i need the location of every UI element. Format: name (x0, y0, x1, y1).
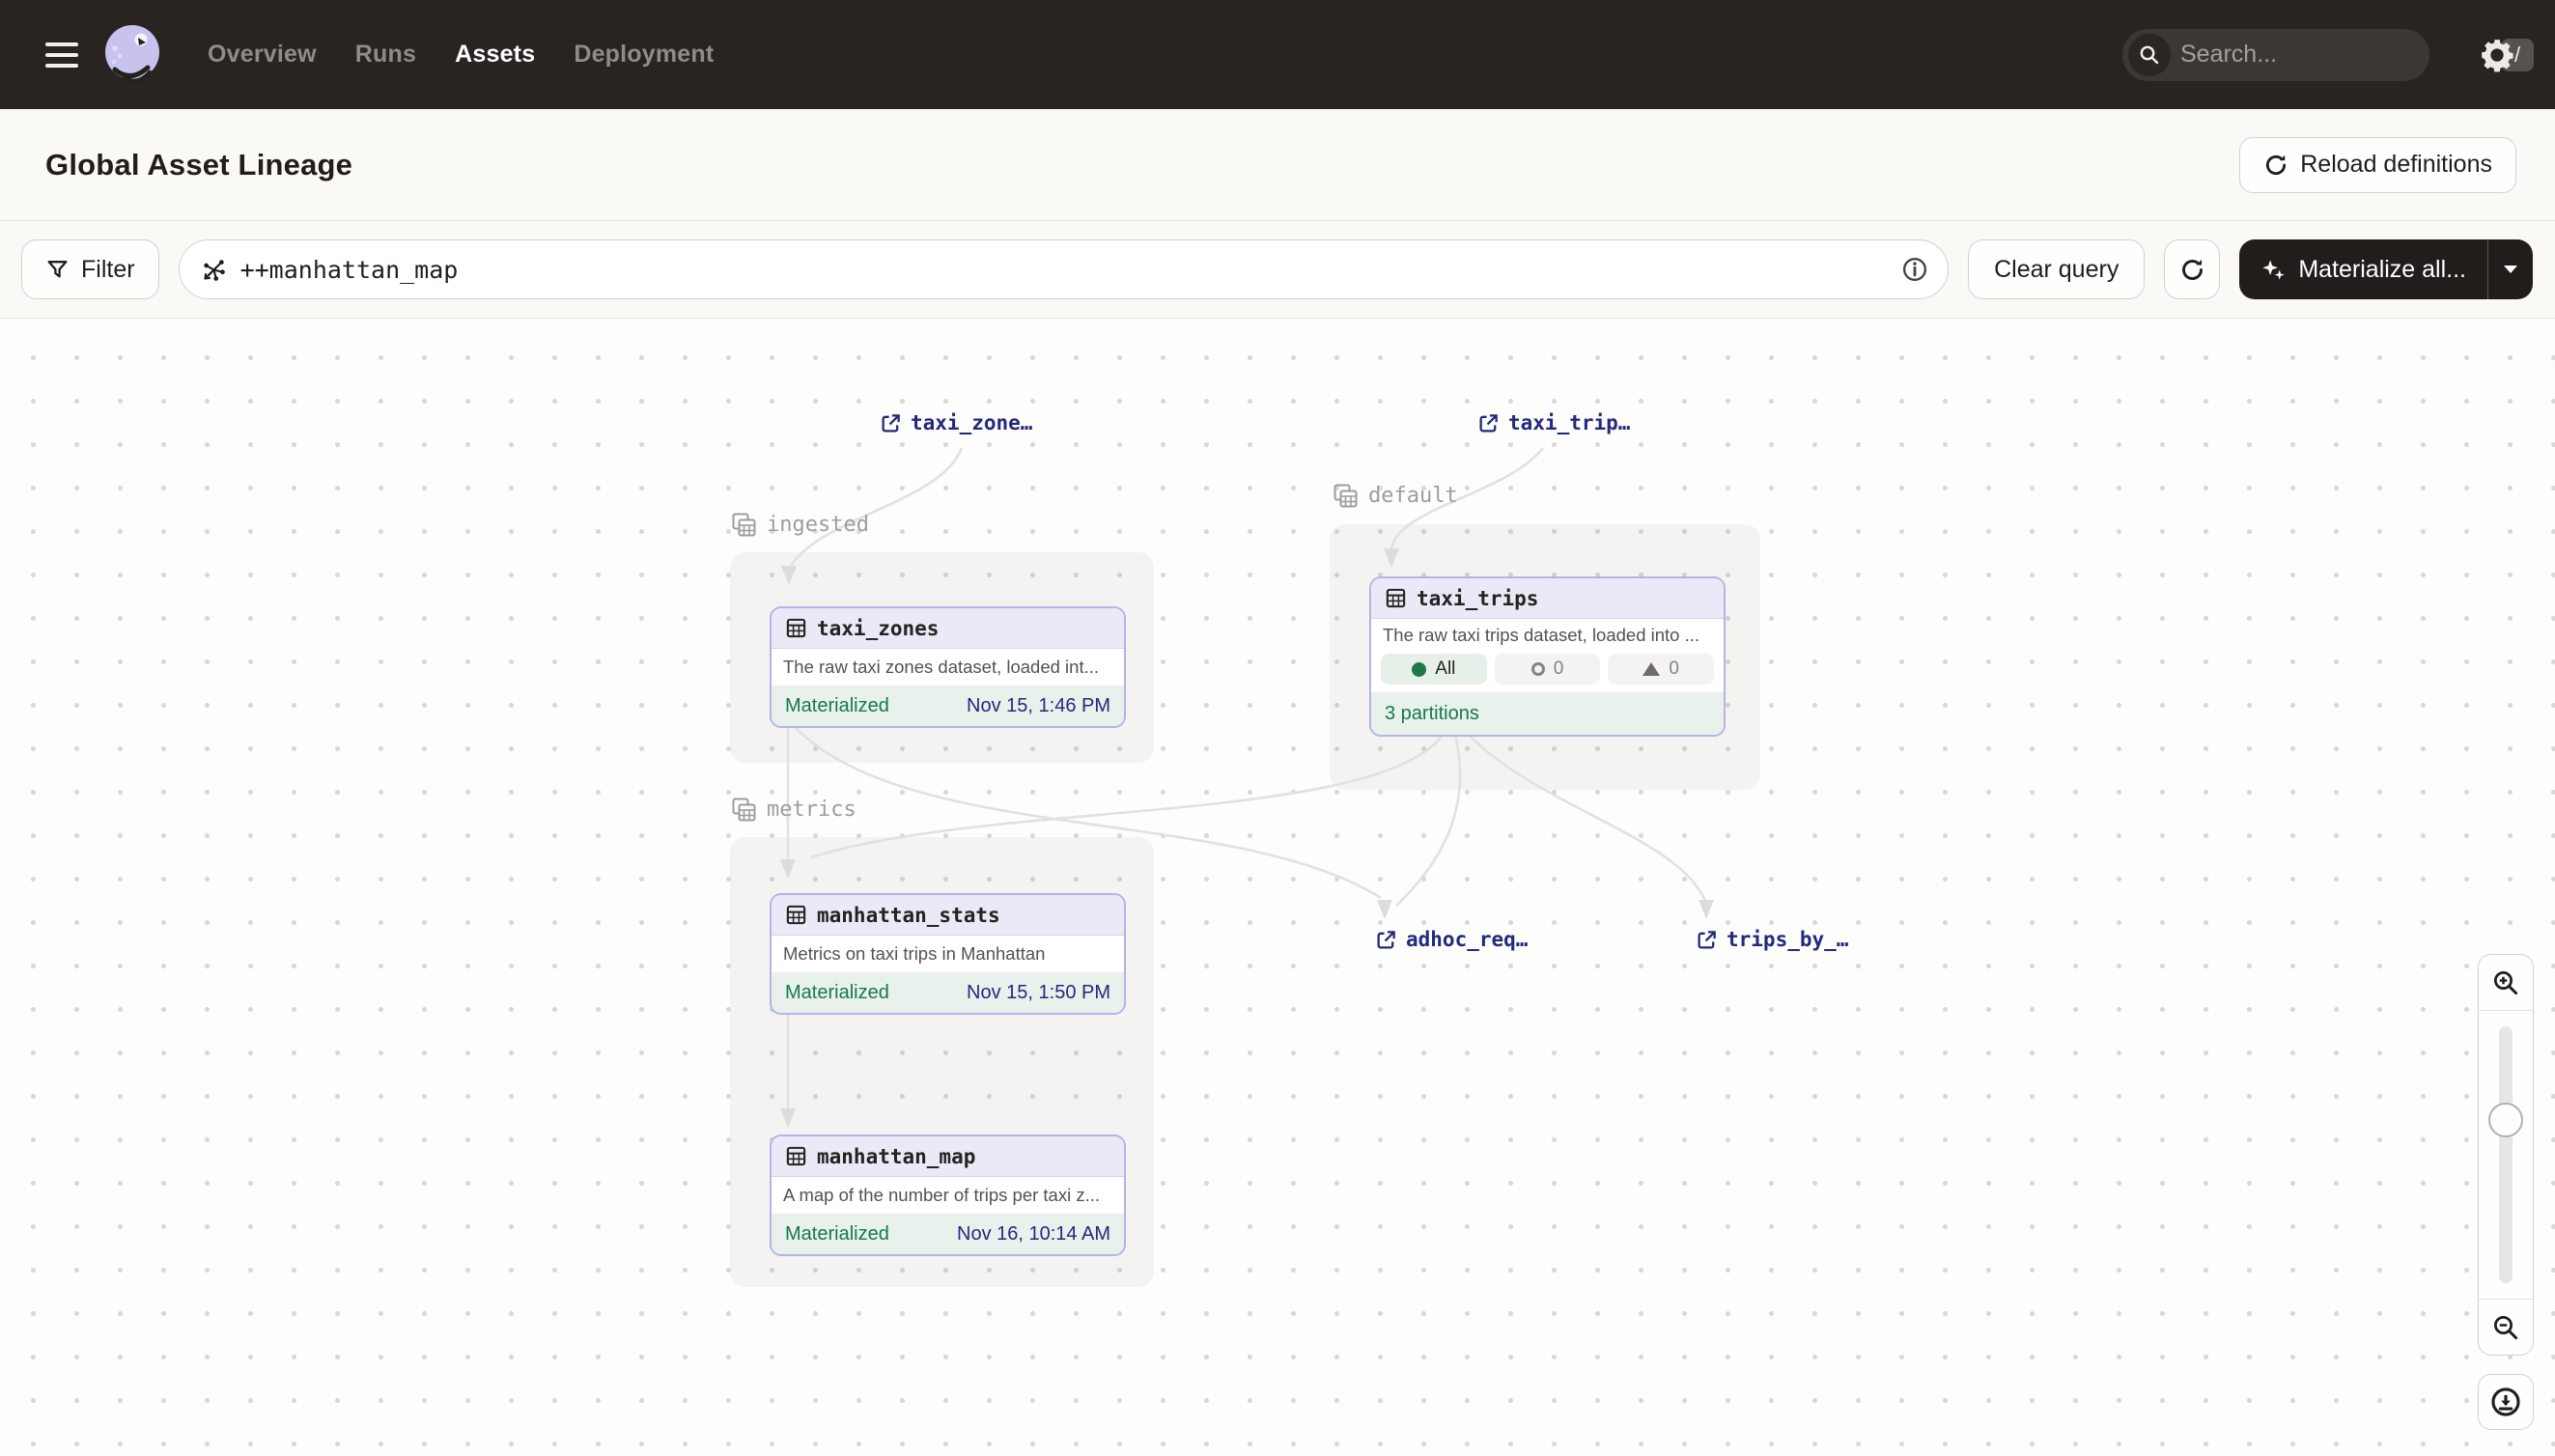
reload-definitions-button[interactable]: Reload definitions (2239, 137, 2516, 193)
global-search[interactable]: / (2122, 29, 2429, 81)
asset-group-icon (731, 512, 757, 538)
recenter-view-button[interactable] (2478, 1374, 2534, 1430)
settings-gear-icon[interactable] (2478, 36, 2516, 74)
external-asset-taxi-zone[interactable]: taxi_zone… (880, 411, 1032, 434)
status-badge: Materialized (785, 1223, 889, 1246)
dagster-logo-icon[interactable] (101, 23, 165, 87)
zoom-in-icon (2491, 968, 2520, 997)
nav-item-runs[interactable]: Runs (355, 41, 416, 69)
partitions-count[interactable]: 3 partitions (1385, 703, 1479, 725)
asset-name: taxi_trips (1417, 587, 1538, 610)
nav-item-assets[interactable]: Assets (455, 41, 535, 69)
main-nav: Overview Runs Assets Deployment (208, 41, 714, 69)
asset-description: The raw taxi zones dataset, loaded int..… (772, 649, 1124, 686)
lineage-canvas[interactable]: ingested default metrics taxi (0, 319, 2555, 1456)
search-input[interactable] (2171, 41, 2501, 69)
zoom-slider-track[interactable] (2499, 1026, 2513, 1283)
partitions-failed-badge[interactable]: 0 (1495, 654, 1601, 685)
asset-group-icon (731, 797, 757, 823)
materialization-timestamp[interactable]: Nov 15, 1:46 PM (967, 695, 1110, 717)
asset-node-taxi-zones[interactable]: taxi_zones The raw taxi zones dataset, l… (770, 606, 1126, 728)
reload-icon (2263, 153, 2288, 178)
materialize-options-caret[interactable] (2488, 239, 2533, 299)
external-link-icon (1696, 929, 1718, 951)
chevron-down-icon (2502, 264, 2519, 275)
table-icon (785, 617, 807, 639)
menu-icon[interactable] (45, 42, 78, 68)
table-icon (1385, 587, 1407, 609)
clear-query-button[interactable]: Clear query (1968, 239, 2145, 299)
table-icon (785, 1145, 807, 1167)
filter-funnel-icon (45, 258, 70, 282)
zoom-in-button[interactable] (2479, 955, 2533, 1011)
filter-button[interactable]: Filter (21, 239, 159, 299)
refresh-icon (2179, 257, 2205, 283)
materialization-timestamp[interactable]: Nov 15, 1:50 PM (967, 982, 1110, 1004)
asset-name: manhattan_map (817, 1145, 975, 1168)
partitions-all-badge[interactable]: All (1381, 654, 1487, 685)
materialization-timestamp[interactable]: Nov 16, 10:14 AM (957, 1223, 1110, 1246)
sparkle-icon (2260, 257, 2287, 283)
nav-item-overview[interactable]: Overview (208, 41, 317, 69)
asset-description: A map of the number of trips per taxi z.… (772, 1177, 1124, 1214)
external-asset-adhoc-req[interactable]: adhoc_req… (1375, 928, 1528, 951)
external-link-icon (1375, 929, 1397, 951)
asset-description: Metrics on taxi trips in Manhattan (772, 936, 1124, 972)
table-icon (785, 904, 807, 926)
group-label-default: default (1333, 483, 1458, 509)
ring-icon (1531, 662, 1545, 676)
asset-name: manhattan_stats (817, 904, 1000, 927)
page-header: Global Asset Lineage Reload definitions (0, 109, 2555, 221)
group-label-ingested: ingested (731, 512, 869, 538)
page-title: Global Asset Lineage (45, 148, 352, 182)
external-asset-taxi-trip[interactable]: taxi_trip… (1477, 411, 1630, 434)
asset-node-taxi-trips[interactable]: taxi_trips The raw taxi trips dataset, l… (1369, 576, 1726, 737)
success-dot-icon (1412, 662, 1426, 677)
asset-query-input[interactable] (240, 256, 1889, 284)
materialize-all-button[interactable]: Materialize all... (2239, 239, 2487, 299)
external-link-icon (1477, 412, 1500, 434)
zoom-controls (2478, 954, 2534, 1356)
query-info-icon[interactable] (1901, 256, 1928, 283)
triangle-icon (1642, 662, 1660, 676)
status-badge: Materialized (785, 982, 889, 1004)
asset-query-field (179, 239, 1950, 299)
asset-node-manhattan-stats[interactable]: manhattan_stats Metrics on taxi trips in… (770, 893, 1126, 1015)
nav-item-deployment[interactable]: Deployment (574, 41, 714, 69)
asset-node-manhattan-map[interactable]: manhattan_map A map of the number of tri… (770, 1134, 1126, 1256)
zoom-slider-handle[interactable] (2488, 1103, 2523, 1137)
external-asset-trips-by[interactable]: trips_by_… (1696, 928, 1848, 951)
graph-query-icon (201, 257, 227, 283)
refresh-query-button[interactable] (2164, 239, 2220, 299)
download-center-icon (2489, 1386, 2522, 1418)
status-badge: Materialized (785, 695, 889, 717)
search-icon (2128, 34, 2171, 76)
zoom-slider[interactable] (2479, 1011, 2533, 1299)
materialize-all-split-button: Materialize all... (2239, 239, 2533, 299)
lineage-edges (0, 319, 2555, 1456)
external-link-icon (880, 412, 902, 434)
group-label-metrics: metrics (731, 797, 856, 823)
asset-name: taxi_zones (817, 617, 939, 640)
asset-description: The raw taxi trips dataset, loaded into … (1371, 619, 1724, 652)
partition-health-badges: All 0 0 (1371, 652, 1724, 692)
partitions-warning-badge[interactable]: 0 (1608, 654, 1714, 685)
zoom-out-button[interactable] (2479, 1299, 2533, 1355)
asset-group-icon (1333, 483, 1359, 509)
top-nav: Overview Runs Assets Deployment / (0, 0, 2555, 109)
lineage-toolbar: Filter Clear query (0, 221, 2555, 319)
zoom-out-icon (2491, 1313, 2520, 1342)
